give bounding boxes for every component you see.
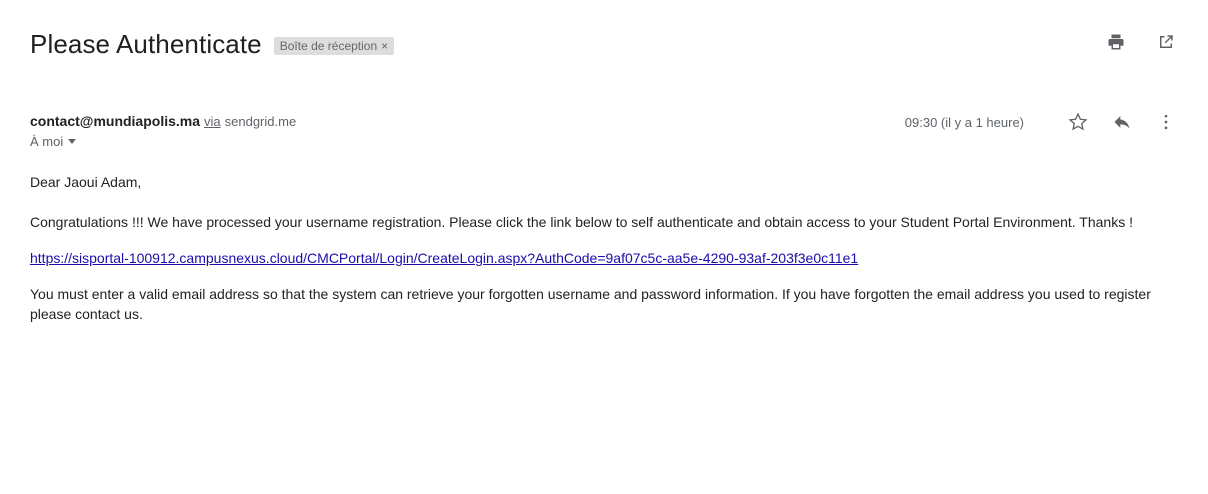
remove-label-button[interactable]: × (381, 39, 388, 53)
inbox-label-chip[interactable]: Boîte de réception × (273, 37, 395, 55)
sender-email[interactable]: contact@mundiapolis.ma (30, 113, 200, 129)
inbox-label-text: Boîte de réception (279, 39, 378, 53)
recipient-toggle[interactable]: À moi (30, 134, 77, 149)
email-header: Please Authenticate Boîte de réception × (30, 24, 1178, 64)
email-greeting: Dear Jaoui Adam, (30, 174, 142, 190)
more-vertical-icon[interactable] (1154, 110, 1178, 134)
open-in-new-window-icon[interactable] (1154, 30, 1178, 54)
reply-icon[interactable] (1110, 110, 1134, 134)
email-paragraph-2: You must enter a valid email address so … (30, 286, 1151, 322)
message-meta: 09:30 (il y a 1 heure) (905, 110, 1178, 134)
via-domain: sendgrid.me (224, 113, 297, 129)
recipient-text: À moi (30, 134, 64, 149)
star-icon[interactable] (1066, 110, 1090, 134)
sender-row: contact@mundiapolis.ma via sendgrid.me 0… (30, 110, 1178, 132)
email-subject: Please Authenticate (30, 28, 262, 59)
email-body: Dear Jaoui Adam, Congratulations !!! We … (30, 172, 1170, 340)
email-paragraph-1: Congratulations !!! We have processed yo… (30, 214, 1133, 230)
caret-down-icon (67, 134, 77, 149)
printer-icon[interactable] (1104, 30, 1128, 54)
via-link[interactable]: via (204, 114, 221, 129)
message-timestamp: 09:30 (il y a 1 heure) (904, 114, 1024, 130)
authentication-link[interactable]: https://sisportal-100912.campusnexus.clo… (30, 250, 858, 266)
header-actions (1104, 30, 1178, 54)
